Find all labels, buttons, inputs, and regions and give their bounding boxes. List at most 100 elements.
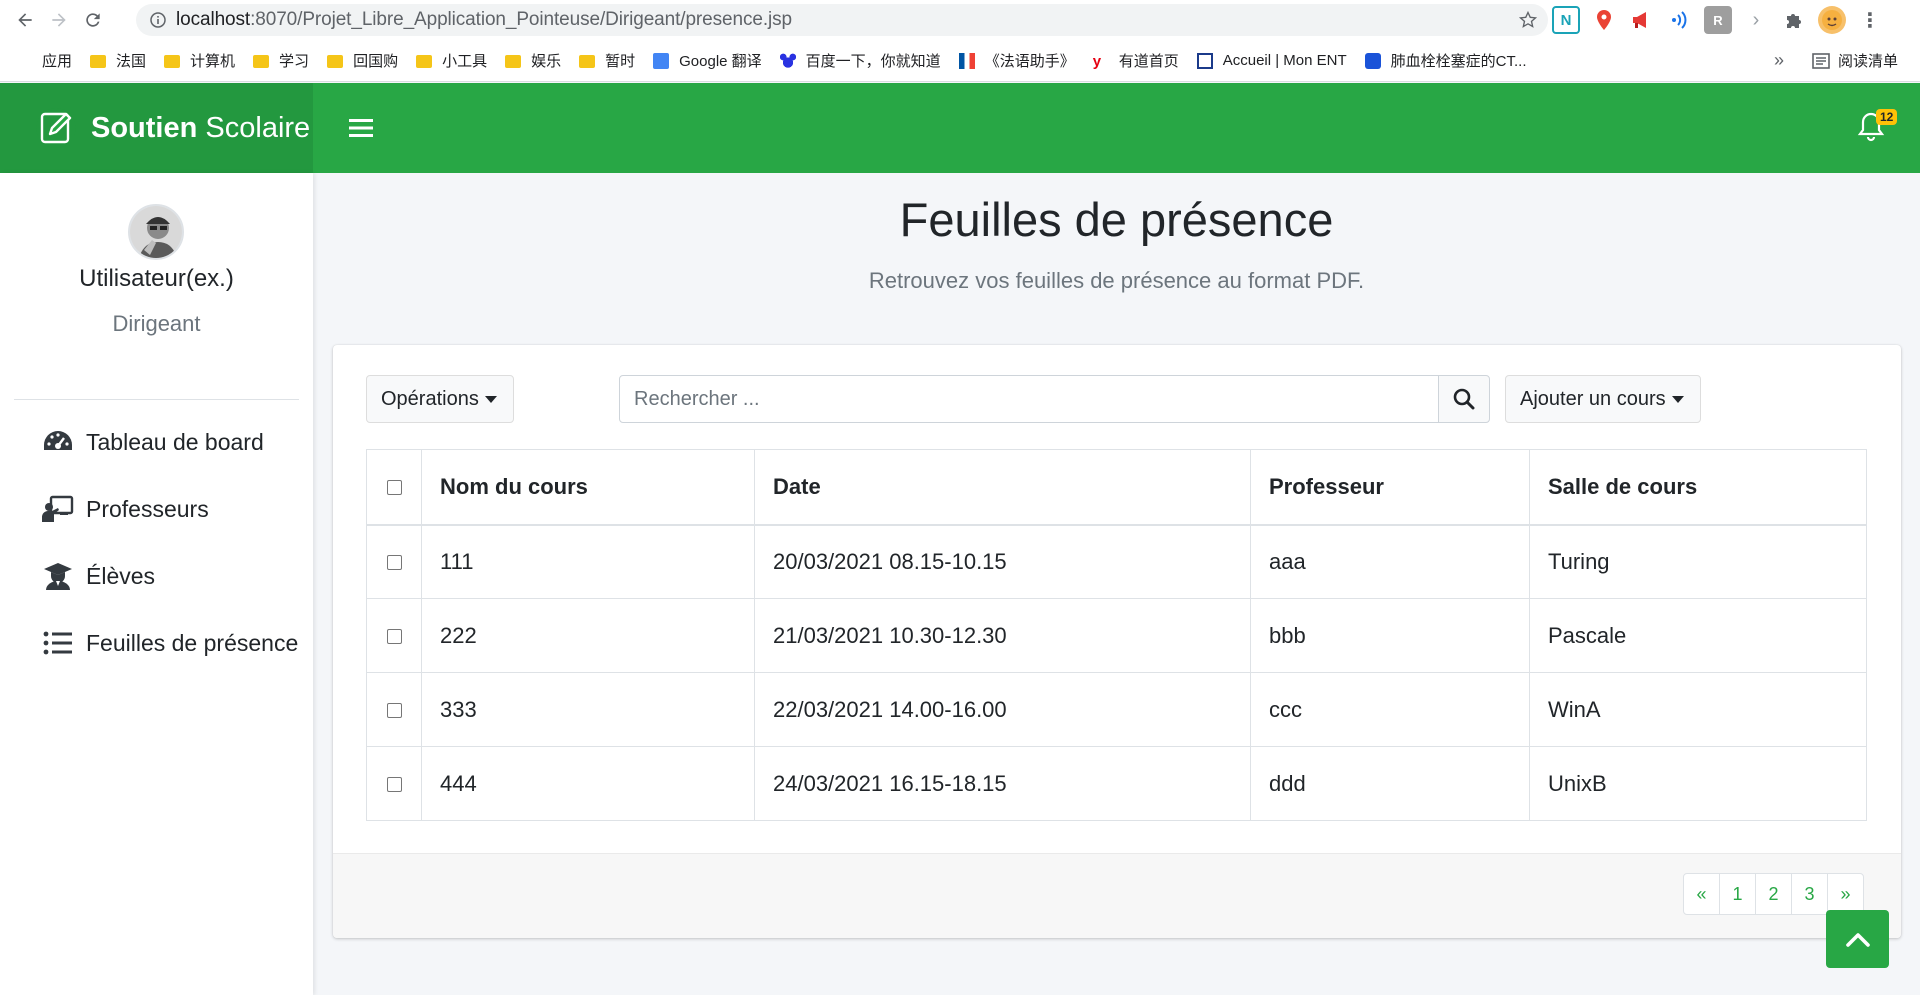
url-text: localhost:8070/Projet_Libre_Application_…	[176, 9, 792, 30]
sidebar-item-feuilles[interactable]: Feuilles de présence	[42, 629, 298, 657]
row-checkbox[interactable]	[386, 703, 402, 719]
bookmark-item[interactable]: 小工具	[416, 50, 487, 71]
pagination-next[interactable]: »	[1827, 873, 1864, 915]
extension-r-icon[interactable]: R	[1704, 6, 1732, 34]
address-bar[interactable]: localhost:8070/Projet_Libre_Application_…	[136, 4, 1548, 36]
row-checkbox[interactable]	[386, 555, 402, 571]
add-course-dropdown[interactable]: Ajouter un cours	[1505, 375, 1701, 423]
column-header[interactable]: Professeur	[1250, 449, 1530, 526]
megaphone-icon[interactable]	[1628, 6, 1656, 34]
table-cell: 20/03/2021 08.15-10.15	[754, 524, 1251, 599]
search-input[interactable]	[619, 375, 1439, 423]
table-row[interactable]: 111 20/03/2021 08.15-10.15 aaa Turing	[366, 524, 1867, 599]
search-button[interactable]	[1438, 375, 1490, 423]
doc-icon	[1364, 52, 1381, 69]
extension-n-icon[interactable]: N	[1552, 6, 1580, 34]
audio-waves-icon[interactable]	[1666, 6, 1694, 34]
pagination-page[interactable]: 2	[1755, 873, 1792, 915]
bookmark-label: 计算机	[190, 53, 236, 70]
bookmark-item[interactable]: 百度一下，你就知道	[779, 50, 941, 71]
table-cell: 24/03/2021 16.15-18.15	[754, 746, 1251, 821]
bookmark-item[interactable]: 《法语助手》	[958, 50, 1075, 71]
puzzle-extensions-icon[interactable]	[1780, 6, 1808, 34]
table-row[interactable]: 222 21/03/2021 10.30-12.30 bbb Pascale	[366, 598, 1867, 673]
row-select-cell	[366, 598, 422, 673]
ent-icon	[1196, 52, 1213, 69]
add-course-label: Ajouter un cours	[1520, 387, 1666, 410]
table-cell: Pascale	[1529, 598, 1867, 673]
brand-link[interactable]: Soutien Scolaire	[0, 83, 313, 173]
bookmarks-bar: 应用 法国 计算机 学习 回国购 小工具 娱乐 暂时 Google 翻译 百度一下，你就知道 《法语…	[0, 40, 1920, 82]
bookmark-item[interactable]: 暂时	[579, 50, 635, 71]
browser-toolbar: localhost:8070/Projet_Libre_Application_…	[0, 0, 1920, 40]
table-cell: 222	[421, 598, 755, 673]
user-role: Dirigeant	[112, 311, 201, 336]
table-cell: 21/03/2021 10.30-12.30	[754, 598, 1251, 673]
dashboard-gauge-icon	[44, 431, 72, 450]
bookmark-item[interactable]: Accueil | Mon ENT	[1196, 52, 1347, 69]
baidu-icon	[779, 52, 796, 69]
bookmark-item[interactable]: 法国	[90, 50, 146, 71]
profile-avatar-icon[interactable]	[1818, 6, 1846, 34]
sidebar-item-label: Feuilles de présence	[86, 629, 299, 656]
row-select-cell	[366, 524, 422, 599]
column-header[interactable]: Salle de cours	[1529, 449, 1867, 526]
folder-icon	[579, 55, 596, 68]
reading-list-icon	[1812, 52, 1830, 69]
column-header[interactable]: Date	[754, 449, 1251, 526]
bookmark-item[interactable]: 学习	[253, 50, 309, 71]
brand-title: Soutien Scolaire	[91, 111, 311, 144]
bookmark-item[interactable]: 应用	[16, 50, 72, 71]
page-title: Feuilles de présence	[899, 193, 1334, 246]
sidebar-item-eleves[interactable]: Élèves	[42, 562, 155, 590]
reload-icon[interactable]	[76, 3, 110, 37]
table-row[interactable]: 333 22/03/2021 14.00-16.00 ccc WinA	[366, 672, 1867, 747]
teacher-board-icon	[42, 495, 74, 522]
france-flag-icon	[958, 52, 975, 69]
user-avatar[interactable]	[128, 204, 184, 260]
sidebar-item-professeurs[interactable]: Professeurs	[42, 495, 209, 523]
pagination-page[interactable]: 3	[1791, 873, 1828, 915]
select-all-checkbox[interactable]	[386, 480, 402, 496]
hamburger-menu-icon[interactable]	[346, 113, 376, 143]
kebab-menu-icon[interactable]: ⋮	[1856, 6, 1884, 34]
info-icon[interactable]	[150, 12, 166, 28]
bookmark-label: 小工具	[442, 53, 488, 70]
bookmarks-overflow-button[interactable]: »	[1774, 50, 1784, 71]
bookmark-label: 肺血栓栓塞症的CT...	[1390, 53, 1527, 70]
bookmark-item[interactable]: 回国购	[327, 50, 398, 71]
scroll-to-top-button[interactable]	[1826, 910, 1889, 968]
bookmark-item[interactable]: 肺血栓栓塞症的CT...	[1364, 50, 1527, 71]
sidebar: Utilisateur(ex.) Dirigeant Tableau de bo…	[0, 173, 313, 995]
bookmark-label: 《法语助手》	[984, 53, 1075, 70]
bookmark-label: 百度一下，你就知道	[805, 53, 941, 70]
bookmark-item[interactable]: 娱乐	[505, 50, 561, 71]
google-translate-icon	[653, 52, 670, 69]
back-arrow-icon[interactable]	[8, 3, 42, 37]
caret-down-icon	[1671, 395, 1684, 403]
table-cell: 444	[421, 746, 755, 821]
chevron-right-icon[interactable]: ›	[1742, 6, 1770, 34]
bookmark-item[interactable]: Google 翻译	[653, 50, 762, 71]
table-cell: 111	[421, 524, 755, 599]
folder-icon	[505, 55, 522, 68]
map-pin-icon[interactable]	[1590, 6, 1618, 34]
column-header[interactable]: Nom du cours	[421, 449, 755, 526]
reading-list-button[interactable]: 阅读清单	[1812, 50, 1898, 71]
row-checkbox[interactable]	[386, 629, 402, 645]
sidebar-item-label: Professeurs	[86, 495, 209, 522]
extensions-bar: N R › ⋮	[1552, 6, 1884, 34]
reading-list-label: 阅读清单	[1838, 53, 1899, 70]
pagination-prev[interactable]: «	[1683, 873, 1720, 915]
bookmark-star-icon[interactable]	[1518, 10, 1538, 30]
row-checkbox[interactable]	[386, 777, 402, 793]
folder-icon	[253, 55, 270, 68]
bookmark-item[interactable]: 计算机	[164, 50, 235, 71]
pagination-page[interactable]: 1	[1719, 873, 1756, 915]
operations-dropdown[interactable]: Opérations	[366, 375, 514, 423]
forward-arrow-icon[interactable]	[42, 3, 76, 37]
sidebar-item-dashboard[interactable]: Tableau de board	[42, 428, 264, 456]
bookmark-item[interactable]: y 有道首页	[1093, 50, 1179, 71]
table-cell: UnixB	[1529, 746, 1867, 821]
table-row[interactable]: 444 24/03/2021 16.15-18.15 ddd UnixB	[366, 746, 1867, 821]
